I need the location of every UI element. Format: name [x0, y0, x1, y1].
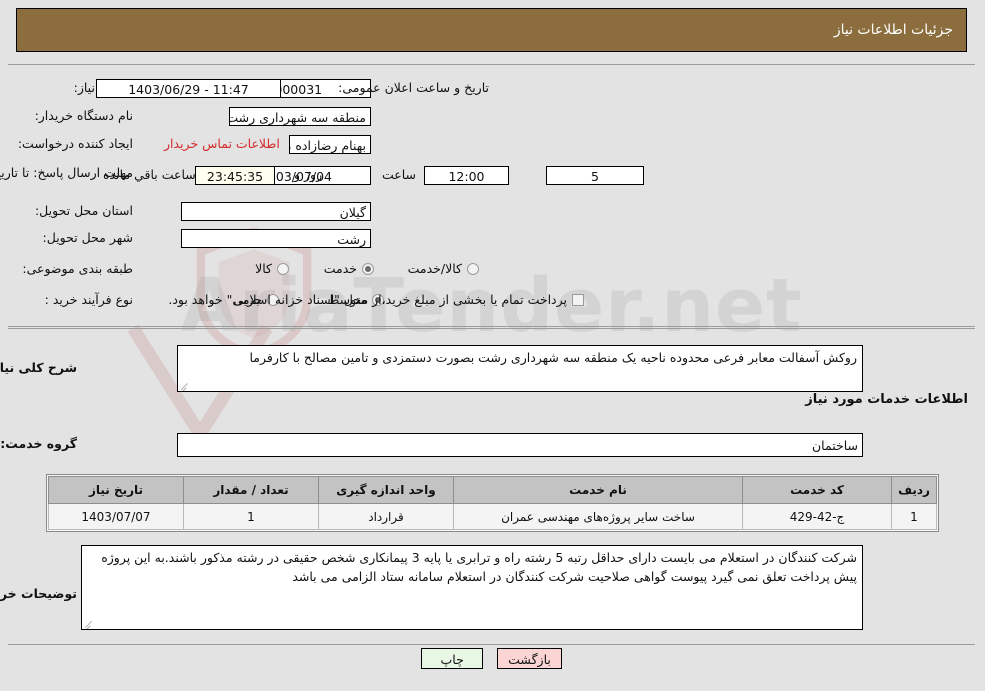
need-description-text: روکش آسفالت معابر فرعی محدوده ناحیه یک م… — [250, 350, 858, 365]
announce-date-label: تاریخ و ساعت اعلان عمومی: — [339, 80, 490, 95]
th-name: نام خدمت — [454, 476, 744, 504]
page-title: جزئیات اطلاعات نیاز — [834, 22, 954, 38]
th-quantity: تعداد / مقدار — [184, 476, 320, 504]
checkbox-label-treasury: پرداخت تمام یا بخشی از مبلغ خرید،از محل … — [169, 292, 568, 307]
buyer-contact-link[interactable]: اطلاعات تماس خریدار — [165, 136, 281, 151]
page-header-bar: جزئیات اطلاعات نیاز — [17, 8, 968, 52]
radio-label-goods-service: کالا/خدمت — [408, 261, 463, 276]
delivery-city-value: رشت — [182, 229, 372, 248]
table-header-row: ردیف کد خدمت نام خدمت واحد اندازه گیری ت… — [49, 476, 938, 504]
cell-unit: قرارداد — [319, 503, 455, 530]
need-info-panel — [9, 64, 976, 327]
table-row: 1 ج-42-429 ساخت سایر پروژه‌های مهندسی عم… — [49, 503, 938, 530]
checkbox-indicator-treasury[interactable] — [573, 293, 585, 306]
days-remaining-value: 5 — [547, 166, 645, 185]
resize-grip-icon[interactable] — [181, 380, 191, 390]
deadline-time-value: 12:00 — [425, 166, 510, 185]
radio-category-goods-service[interactable]: کالا/خدمت — [409, 261, 480, 276]
buyer-org-label: نام دستگاه خریدار: — [35, 108, 134, 123]
cell-index: 1 — [892, 503, 938, 530]
service-group-value[interactable]: ساختمان — [178, 433, 864, 457]
days-word-label: روز و — [295, 167, 324, 182]
radio-category-goods[interactable]: کالا — [256, 261, 290, 276]
buyer-notes-textarea[interactable]: شرکت کنندگان در استعلام می بایست دارای ح… — [82, 545, 864, 630]
cell-need-date: 1403/07/07 — [49, 503, 185, 530]
page-root: AriaTender.net جزئیات اطلاعات نیاز شماره… — [0, 0, 985, 691]
radio-category-service[interactable]: خدمت — [325, 261, 375, 276]
service-group-label: گروه خدمت: — [1, 436, 78, 451]
cell-code: ج-42-429 — [743, 503, 893, 530]
checkbox-islamic-treasury[interactable]: پرداخت تمام یا بخشی از مبلغ خرید،از محل … — [169, 292, 585, 307]
deadline-hour-label: ساعت — [382, 167, 417, 182]
th-code: کد خدمت — [743, 476, 893, 504]
delivery-province-label: استان محل تحویل: — [35, 203, 134, 218]
purchase-process-label: نوع فرآیند خرید : — [45, 292, 134, 307]
th-unit: واحد اندازه گیری — [319, 476, 455, 504]
delivery-province-value: گیلان — [182, 202, 372, 221]
need-description-textarea[interactable]: روکش آسفالت معابر فرعی محدوده ناحیه یک م… — [178, 345, 864, 392]
radio-label-service: خدمت — [324, 261, 358, 276]
time-remaining-value: 23:45:35 — [196, 166, 276, 185]
announce-date-value: 11:47 - 1403/06/29 — [97, 79, 282, 98]
print-button[interactable]: چاپ — [422, 648, 485, 669]
subject-category-label: طبقه بندی موضوعی: — [23, 261, 134, 276]
delivery-city-label: شهر محل تحویل: — [43, 230, 134, 245]
action-buttons: بازگشت چاپ — [0, 648, 985, 669]
buyer-org-value: منطقه سه شهرداری رشت — [230, 107, 372, 126]
resize-grip-icon-notes[interactable] — [85, 618, 95, 628]
buyer-notes-label: توضیحات خریدار: — [0, 586, 78, 601]
radio-indicator-service[interactable] — [363, 262, 375, 275]
th-index: ردیف — [892, 476, 938, 504]
th-need-date: تاریخ نیاز — [49, 476, 185, 504]
request-creator-label: ایجاد کننده درخواست: — [18, 136, 134, 151]
services-table-wrapper: ردیف کد خدمت نام خدمت واحد اندازه گیری ت… — [47, 474, 940, 532]
request-creator-value: بهنام رضازاده مناره بازاری کاربرداز منطق… — [290, 135, 372, 154]
remaining-suffix-label: ساعت باقي مانده — [104, 167, 197, 182]
back-button[interactable]: بازگشت — [498, 648, 563, 669]
cell-name: ساخت سایر پروژه‌های مهندسی عمران — [454, 503, 744, 530]
cell-quantity: 1 — [184, 503, 320, 530]
need-description-label: شرح کلی نیاز: — [0, 360, 78, 375]
radio-indicator-goods[interactable] — [278, 262, 290, 275]
buyer-notes-text: شرکت کنندگان در استعلام می بایست دارای ح… — [102, 550, 858, 584]
radio-indicator-goods-service[interactable] — [468, 262, 480, 275]
services-table: ردیف کد خدمت نام خدمت واحد اندازه گیری ت… — [49, 476, 938, 530]
services-section-heading: اطلاعات خدمات مورد نیاز — [806, 392, 969, 407]
radio-label-goods: کالا — [256, 261, 273, 276]
